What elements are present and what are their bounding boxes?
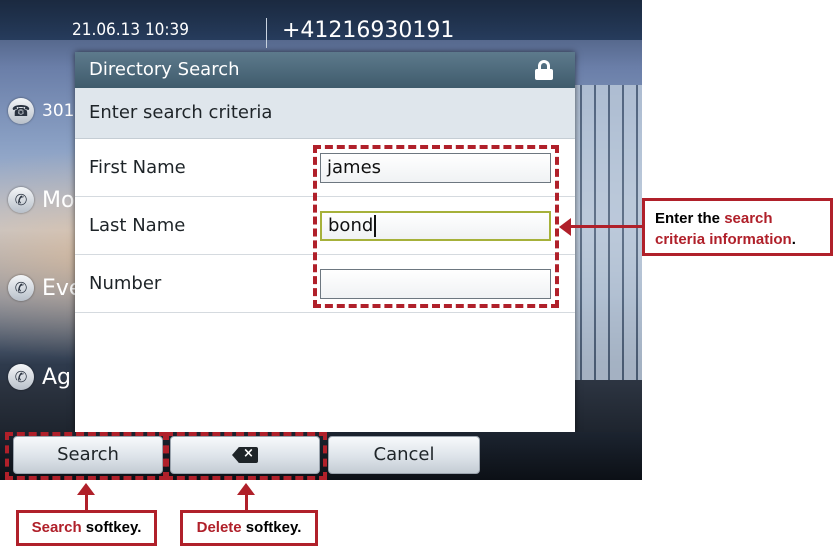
- line-key-label: 301: [42, 101, 75, 121]
- last-name-label: Last Name: [89, 215, 186, 236]
- lock-icon: [535, 60, 553, 80]
- call-forward-icon: ✆: [8, 275, 34, 301]
- search-softkey-highlight-box: [5, 432, 167, 480]
- search-arrow-line: [85, 494, 88, 510]
- search-callout-highlight: Search: [31, 519, 82, 536]
- cancel-softkey[interactable]: Cancel: [328, 436, 480, 474]
- call-forward-icon: ✆: [8, 187, 34, 213]
- criteria-callout: Enter the search criteria information.: [642, 198, 833, 256]
- call-forward-icon: ✆: [8, 364, 34, 390]
- status-datetime: 21.06.13 10:39: [72, 20, 190, 40]
- first-name-label: First Name: [89, 157, 186, 178]
- number-label: Number: [89, 273, 162, 294]
- delete-softkey-callout: Delete softkey.: [180, 510, 318, 546]
- dialog-title-bar: Directory Search: [75, 52, 575, 88]
- criteria-callout-post: .: [791, 231, 796, 248]
- handset-icon: ☎: [8, 98, 34, 124]
- delete-arrow-line: [245, 494, 248, 510]
- search-softkey-callout: Search softkey.: [16, 510, 157, 546]
- line-key-label: Ag: [42, 364, 72, 390]
- criteria-callout-pre: Enter the: [655, 210, 725, 227]
- delete-callout-highlight: Delete: [196, 519, 242, 536]
- status-phone-number: +41216930191: [282, 18, 455, 43]
- line-key-301[interactable]: ☎ 301: [8, 98, 74, 124]
- delete-callout-post: softkey.: [241, 519, 302, 536]
- line-key-4[interactable]: ✆ Ag: [8, 364, 71, 390]
- dialog-title: Directory Search: [89, 59, 240, 80]
- line-key-2[interactable]: ✆ Mo: [8, 187, 74, 213]
- fields-highlight-box: [313, 145, 559, 308]
- status-divider: [266, 18, 267, 48]
- line-key-3[interactable]: ✆ Eve: [8, 275, 82, 301]
- criteria-arrow-line: [570, 225, 642, 228]
- delete-softkey-highlight-box: [165, 432, 327, 480]
- dialog-subtitle: Enter search criteria: [75, 88, 575, 139]
- search-callout-post: softkey.: [81, 519, 142, 536]
- line-key-label: Mo: [42, 187, 75, 213]
